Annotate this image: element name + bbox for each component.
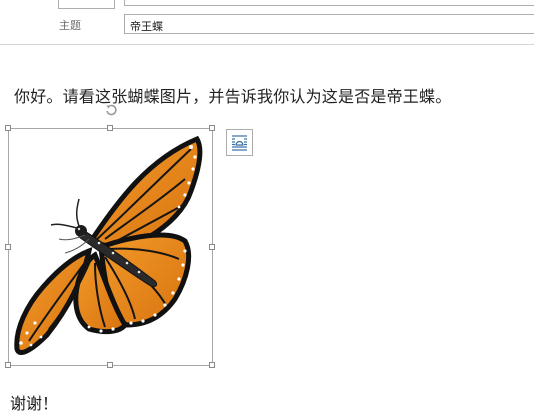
to-button[interactable] (58, 0, 115, 9)
message-body-line-2[interactable]: 谢谢！ (10, 390, 58, 414)
resize-handle-right[interactable] (209, 244, 215, 250)
resize-handle-top-left[interactable] (5, 125, 11, 131)
monarch-butterfly-picture (14, 135, 203, 355)
message-body-line-1[interactable]: 你好。请看这张蝴蝶图片，并告诉我你认为这是否是帝王蝶。 (14, 83, 451, 107)
resize-handle-bottom[interactable] (107, 362, 113, 368)
rotate-handle-icon[interactable] (104, 103, 118, 117)
resize-handle-top[interactable] (107, 125, 113, 131)
layout-options-button[interactable] (226, 129, 253, 156)
resize-handle-bottom-left[interactable] (5, 362, 11, 368)
butterfly-image[interactable] (5, 125, 215, 368)
resize-handle-left[interactable] (5, 244, 11, 250)
layout-options-icon (232, 135, 247, 151)
subject-label: 主题 (59, 19, 81, 32)
subject-input[interactable]: 帝王蝶 (124, 14, 534, 34)
resize-handle-top-right[interactable] (209, 125, 215, 131)
resize-handle-bottom-right[interactable] (209, 362, 215, 368)
message-header: 主题 帝王蝶 (0, 0, 534, 45)
recipient-field[interactable] (124, 0, 534, 6)
